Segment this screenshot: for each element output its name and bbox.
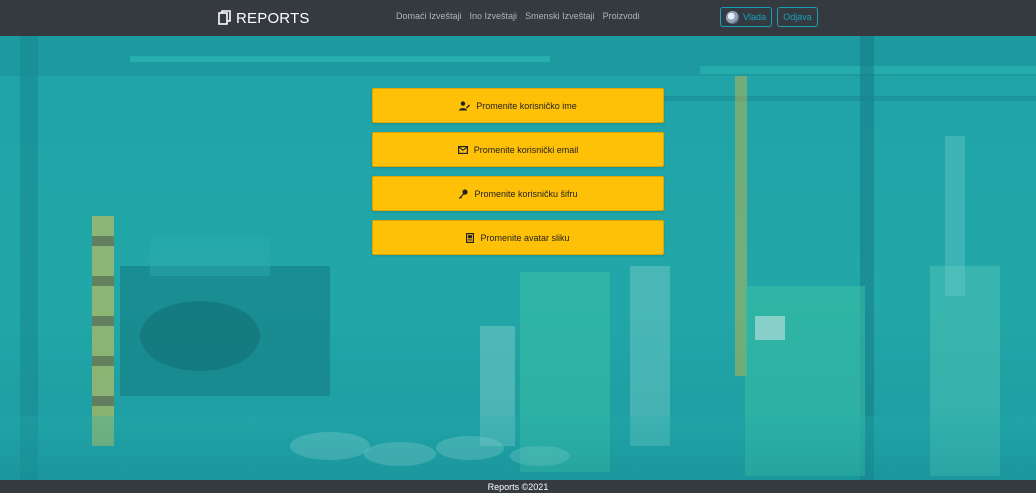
logout-label: Odjava — [783, 12, 812, 22]
brand-logo[interactable]: REPORTS — [218, 7, 310, 29]
change-avatar-label: Promenite avatar sliku — [480, 232, 570, 243]
user-edit-icon — [459, 100, 471, 111]
image-file-icon — [466, 232, 475, 243]
nav-link-smenski-izvestaji[interactable]: Smenski Izveštaji — [525, 11, 595, 21]
key-icon — [458, 188, 469, 199]
nav-link-ino-izvestaji[interactable]: Ino Izveštaji — [470, 11, 518, 21]
avatar — [725, 10, 739, 24]
main-nav: Domaći Izveštaji Ino Izveštaji Smenski I… — [396, 11, 640, 21]
nav-link-proizvodi[interactable]: Proizvodi — [603, 11, 640, 21]
logout-button[interactable]: Odjava — [777, 7, 818, 27]
footer: Reports ©2021 — [0, 480, 1036, 493]
change-username-button[interactable]: Promenite korisničko ime — [372, 88, 664, 123]
change-email-label: Promenite korisnički email — [473, 144, 579, 155]
footer-copyright: Reports ©2021 — [487, 481, 549, 492]
copy-icon — [218, 10, 232, 26]
change-email-button[interactable]: Promenite korisnički email — [372, 132, 664, 167]
change-password-label: Promenite korisničku šifru — [474, 188, 578, 199]
change-avatar-button[interactable]: Promenite avatar sliku — [372, 220, 664, 255]
change-password-button[interactable]: Promenite korisničku šifru — [372, 176, 664, 211]
change-username-label: Promenite korisničko ime — [476, 100, 577, 111]
user-profile-button[interactable]: Vlada — [720, 7, 772, 27]
envelope-icon — [457, 145, 468, 154]
top-navbar: REPORTS Domaći Izveštaji Ino Izveštaji S… — [0, 0, 1036, 36]
brand-text: REPORTS — [236, 9, 310, 27]
nav-link-domaci-izvestaji[interactable]: Domaći Izveštaji — [396, 11, 462, 21]
user-name: Vlada — [742, 12, 767, 22]
